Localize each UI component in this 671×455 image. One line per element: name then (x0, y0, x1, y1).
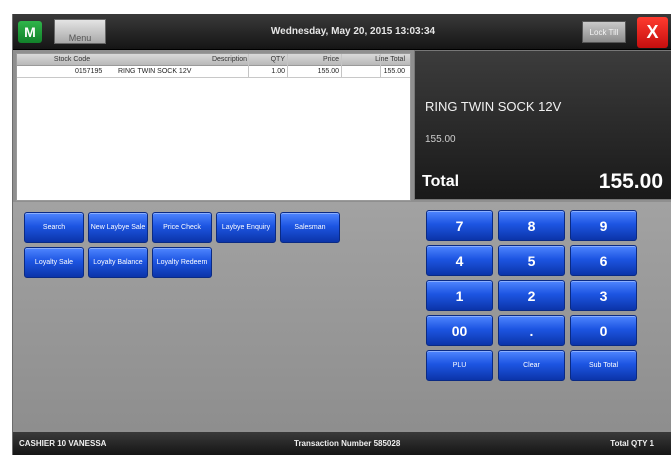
datetime-display: Wednesday, May 20, 2015 13:03:34 (270, 26, 436, 37)
items-table: Stock Code Description QTY Price Line To… (16, 53, 411, 201)
menu-button[interactable]: Menu (54, 19, 106, 44)
laybye-enquiry-button[interactable]: Laybye Enquiry (216, 212, 276, 243)
sub-total-button[interactable]: Sub Total (570, 350, 637, 381)
table-row[interactable]: 0157195 RING TWIN SOCK 12V 1.00 155.00 1… (17, 66, 410, 78)
key-2[interactable]: 2 (498, 280, 565, 311)
search-button[interactable]: Search (24, 212, 84, 243)
cell-price: 155.00 (317, 68, 339, 75)
key-7[interactable]: 7 (426, 210, 493, 241)
salesman-button[interactable]: Salesman (280, 212, 340, 243)
col-line-total: Line Total (375, 56, 405, 63)
key-3[interactable]: 3 (570, 280, 637, 311)
lock-till-button[interactable]: Lock Till (582, 21, 626, 43)
loyalty-balance-button[interactable]: Loyalty Balance (88, 247, 148, 278)
total-label: Total (422, 173, 460, 190)
close-button[interactable]: X (637, 17, 668, 48)
table-header: Stock Code Description QTY Price Line To… (17, 54, 410, 66)
col-qty: QTY (270, 56, 285, 63)
status-bar: CASHIER 10 VANESSA Transaction Number 58… (13, 432, 671, 455)
customer-display: RING TWIN SOCK 12V 155.00 Total 155.00 (414, 50, 671, 200)
plu-button[interactable]: PLU (426, 350, 493, 381)
display-item-price: 155.00 (425, 134, 456, 145)
key-9[interactable]: 9 (570, 210, 637, 241)
key-decimal[interactable]: . (498, 315, 565, 346)
col-description: Description (211, 56, 247, 63)
cashier-label: CASHIER 10 VANESSA (19, 439, 107, 448)
top-bar: M Menu Wednesday, May 20, 2015 13:03:34 … (13, 14, 671, 50)
clear-button[interactable]: Clear (498, 350, 565, 381)
key-5[interactable]: 5 (498, 245, 565, 276)
cell-stock-code: 0157195 (75, 68, 103, 75)
key-0[interactable]: 0 (570, 315, 637, 346)
key-8[interactable]: 8 (498, 210, 565, 241)
app-logo: M (18, 21, 42, 43)
total-qty: Total QTY 1 (610, 439, 654, 448)
loyalty-redeem-button[interactable]: Loyalty Redeem (152, 247, 212, 278)
cell-line-total: 155.00 (383, 68, 405, 75)
cell-qty: 1.00 (271, 68, 285, 75)
key-6[interactable]: 6 (570, 245, 637, 276)
price-check-button[interactable]: Price Check (152, 212, 212, 243)
transaction-number: Transaction Number 585028 (294, 439, 401, 448)
display-item-name: RING TWIN SOCK 12V (425, 99, 562, 114)
key-4[interactable]: 4 (426, 245, 493, 276)
col-price: Price (323, 56, 339, 63)
loyalty-sale-button[interactable]: Loyalty Sale (24, 247, 84, 278)
new-laybye-sale-button[interactable]: New Laybye Sale (88, 212, 148, 243)
key-1[interactable]: 1 (426, 280, 493, 311)
total-value: 155.00 (598, 170, 663, 193)
pos-window: M Menu Wednesday, May 20, 2015 13:03:34 … (12, 14, 671, 455)
key-00[interactable]: 00 (426, 315, 493, 346)
